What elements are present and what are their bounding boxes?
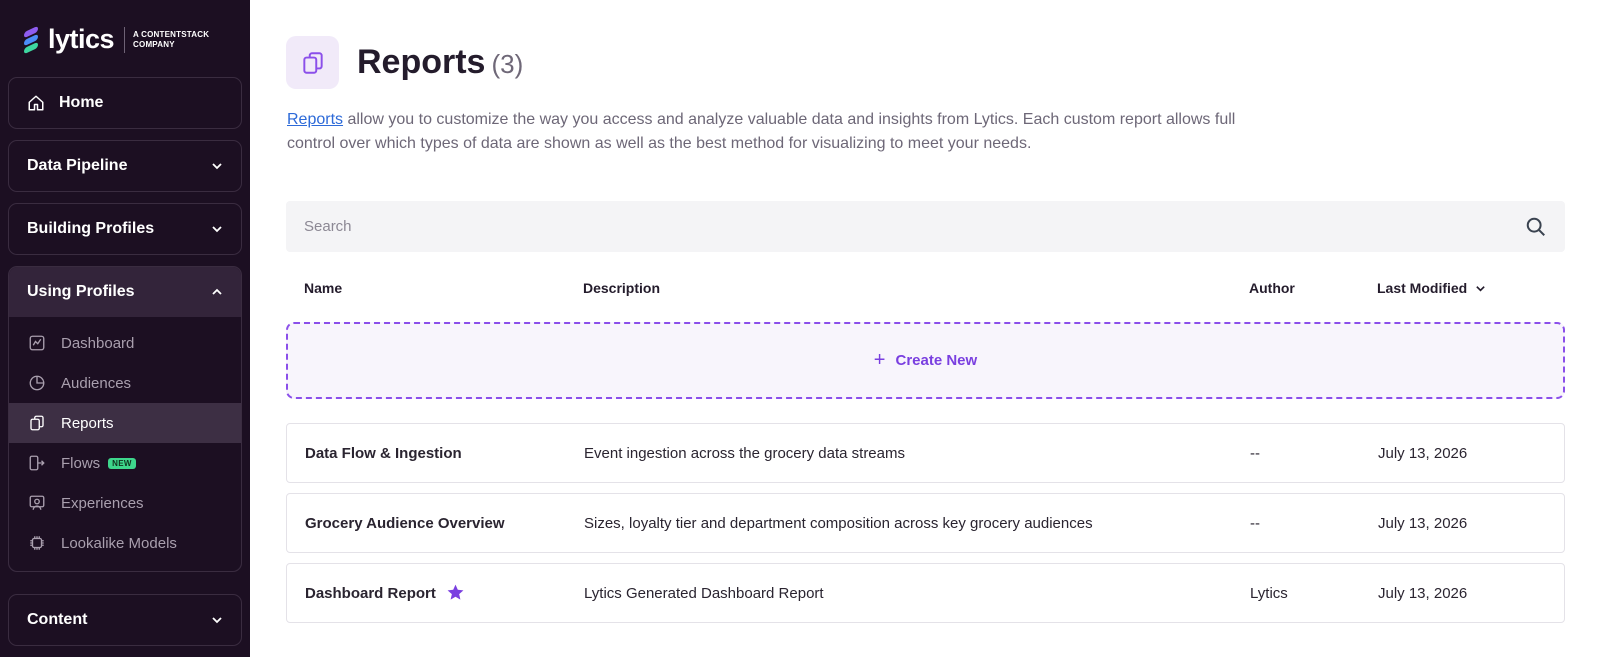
- chevron-up-icon: [212, 288, 222, 295]
- nav-section-using-profiles-header[interactable]: Using Profiles: [9, 267, 241, 317]
- table-row[interactable]: Dashboard Report Lytics Generated Dashbo…: [286, 563, 1565, 623]
- table-header: Name Description Author Last Modified: [286, 270, 1565, 306]
- lytics-logo[interactable]: lytics A CONTENTSTACK COMPANY: [22, 24, 209, 55]
- sidebar-item-experiences[interactable]: Experiences: [9, 483, 241, 523]
- home-icon: [28, 95, 44, 111]
- sidebar-item-label: Lookalike Models: [61, 534, 177, 552]
- nav-section-using-profiles: Using Profiles Dashboard Audiences Repor…: [8, 266, 242, 572]
- page-intro-text: allow you to customize the way you acces…: [287, 111, 1236, 152]
- report-description: Lytics Generated Dashboard Report: [584, 585, 824, 602]
- report-count: (3): [491, 49, 524, 79]
- reports-docs-link[interactable]: Reports: [287, 111, 343, 128]
- page-intro: Reports allow you to customize the way y…: [287, 108, 1287, 156]
- lytics-logo-mark-icon: [22, 25, 42, 54]
- report-last-modified: July 13, 2026: [1378, 515, 1468, 532]
- report-name: Dashboard Report: [305, 583, 465, 602]
- pie-chart-icon: [29, 375, 45, 391]
- flows-icon: [29, 455, 45, 471]
- experience-icon: [29, 495, 45, 510]
- table-row[interactable]: Data Flow & Ingestion Event ingestion ac…: [286, 423, 1565, 483]
- report-author: Lytics: [1250, 585, 1288, 602]
- sidebar-item-label: Flows: [61, 454, 101, 472]
- star-icon[interactable]: [446, 583, 465, 602]
- report-name: Grocery Audience Overview: [305, 515, 505, 532]
- sidebar-item-reports[interactable]: Reports: [9, 403, 241, 443]
- sidebar-item-lookalike-models[interactable]: Lookalike Models: [9, 523, 241, 563]
- plus-icon: +: [873, 349, 886, 371]
- using-profiles-items: Dashboard Audiences Reports Flows NEW Ex…: [9, 317, 241, 571]
- logo-tagline-line1: A CONTENTSTACK: [133, 29, 210, 39]
- nav-section-label: Using Profiles: [27, 283, 135, 300]
- report-author: --: [1250, 515, 1260, 532]
- report-name-text: Dashboard Report: [305, 585, 436, 602]
- column-header-author[interactable]: Author: [1249, 280, 1295, 296]
- nav-section-building-profiles[interactable]: Building Profiles: [8, 203, 242, 255]
- report-name: Data Flow & Ingestion: [305, 445, 462, 462]
- nav-section-data-pipeline[interactable]: Data Pipeline: [8, 140, 242, 192]
- chevron-down-icon: [1476, 285, 1485, 292]
- page-title-text: Reports: [357, 43, 486, 81]
- logo-wordmark: lytics: [48, 24, 115, 54]
- chevron-down-icon: [212, 226, 222, 233]
- report-last-modified: July 13, 2026: [1378, 585, 1468, 602]
- logo-tagline: A CONTENTSTACK COMPANY: [133, 30, 209, 50]
- sidebar-item-label: Audiences: [61, 374, 132, 392]
- sidebar-item-flows[interactable]: Flows NEW: [9, 443, 241, 483]
- main-content: Reports (3) Reports allow you to customiz…: [250, 0, 1600, 657]
- sidebar-item-dashboard[interactable]: Dashboard: [9, 323, 241, 363]
- report-name-text: Grocery Audience Overview: [305, 515, 505, 532]
- report-author: --: [1250, 445, 1260, 462]
- page-title-icon-tile: [286, 36, 339, 89]
- sidebar-item-label: Experiences: [61, 494, 144, 512]
- create-new-label: Create New: [895, 352, 978, 369]
- reports-icon: [30, 415, 44, 431]
- nav-home-label: Home: [59, 94, 104, 111]
- nav-section-label: Building Profiles: [27, 220, 155, 237]
- column-header-last-modified[interactable]: Last Modified: [1377, 280, 1486, 296]
- new-badge: NEW: [108, 457, 136, 469]
- nav-home[interactable]: Home: [8, 77, 242, 129]
- chart-line-icon: [29, 335, 45, 351]
- chevron-down-icon: [212, 163, 222, 170]
- column-header-description[interactable]: Description: [583, 280, 660, 296]
- search-bar: [286, 201, 1565, 252]
- sidebar-item-label: Reports: [61, 414, 114, 432]
- nav-section-content[interactable]: Content: [8, 594, 242, 646]
- search-icon[interactable]: [1525, 216, 1547, 238]
- nav-section-label: Content: [27, 611, 88, 628]
- sidebar-item-audiences[interactable]: Audiences: [9, 363, 241, 403]
- column-header-name[interactable]: Name: [304, 280, 342, 296]
- search-input[interactable]: [304, 218, 1525, 235]
- reports-icon: [302, 51, 323, 74]
- logo-tagline-line2: COMPANY: [133, 39, 175, 49]
- chevron-down-icon: [212, 617, 222, 624]
- chip-icon: [30, 536, 44, 550]
- logo-divider: [124, 26, 126, 53]
- report-last-modified: July 13, 2026: [1378, 445, 1468, 462]
- sidebar-item-label: Dashboard: [61, 334, 135, 352]
- report-description: Event ingestion across the grocery data …: [584, 445, 905, 462]
- table-row[interactable]: Grocery Audience Overview Sizes, loyalty…: [286, 493, 1565, 553]
- nav-section-label: Data Pipeline: [27, 157, 128, 174]
- sidebar: lytics A CONTENTSTACK COMPANY Home Data …: [0, 0, 250, 657]
- report-description: Sizes, loyalty tier and department compo…: [584, 515, 1093, 532]
- column-header-last-modified-label: Last Modified: [1377, 280, 1468, 296]
- report-name-text: Data Flow & Ingestion: [305, 445, 462, 462]
- create-new-report-button[interactable]: + Create New: [286, 322, 1565, 399]
- page-title: Reports (3): [357, 43, 523, 82]
